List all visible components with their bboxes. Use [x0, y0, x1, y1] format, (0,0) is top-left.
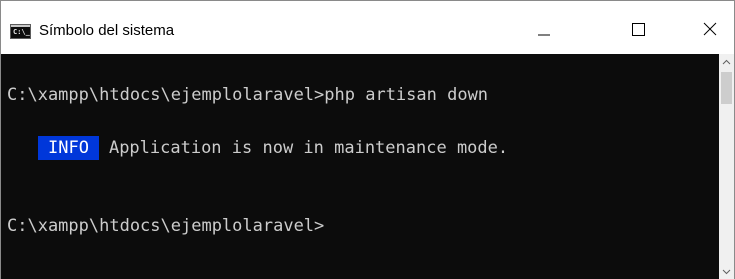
chevron-down-icon — [722, 269, 731, 275]
scroll-down-button[interactable] — [719, 263, 734, 279]
command-prompt-window: C:\_ Símbolo del sistema C:\xampp\htdocs… — [0, 0, 735, 279]
window-title: Símbolo del sistema — [39, 22, 175, 39]
cmd-icon-text: C:\_ — [13, 28, 30, 36]
info-message: Application is now in maintenance mode. — [108, 138, 509, 158]
close-icon — [703, 22, 717, 36]
minimize-button[interactable] — [521, 15, 567, 47]
vertical-scrollbar[interactable] — [719, 54, 734, 279]
close-button[interactable] — [687, 15, 733, 47]
info-badge: INFO — [38, 136, 99, 160]
chevron-up-icon — [722, 59, 731, 65]
console-line-command: C:\xampp\htdocs\ejemplolaravel>php artis… — [7, 85, 489, 105]
console-line-info: INFO Application is now in maintenance mo… — [38, 136, 508, 160]
title-bar[interactable]: C:\_ Símbolo del sistema — [1, 1, 734, 54]
console-output[interactable]: C:\xampp\htdocs\ejemplolaravel>php artis… — [1, 54, 719, 279]
maximize-icon — [632, 23, 645, 36]
console-line-prompt: C:\xampp\htdocs\ejemplolaravel> — [7, 216, 325, 236]
cmd-icon[interactable]: C:\_ — [10, 24, 31, 39]
minimize-icon — [538, 34, 550, 36]
scroll-thumb[interactable] — [721, 72, 732, 104]
maximize-button[interactable] — [615, 15, 661, 47]
scroll-up-button[interactable] — [719, 54, 734, 71]
cmd-icon-bar — [11, 25, 30, 27]
